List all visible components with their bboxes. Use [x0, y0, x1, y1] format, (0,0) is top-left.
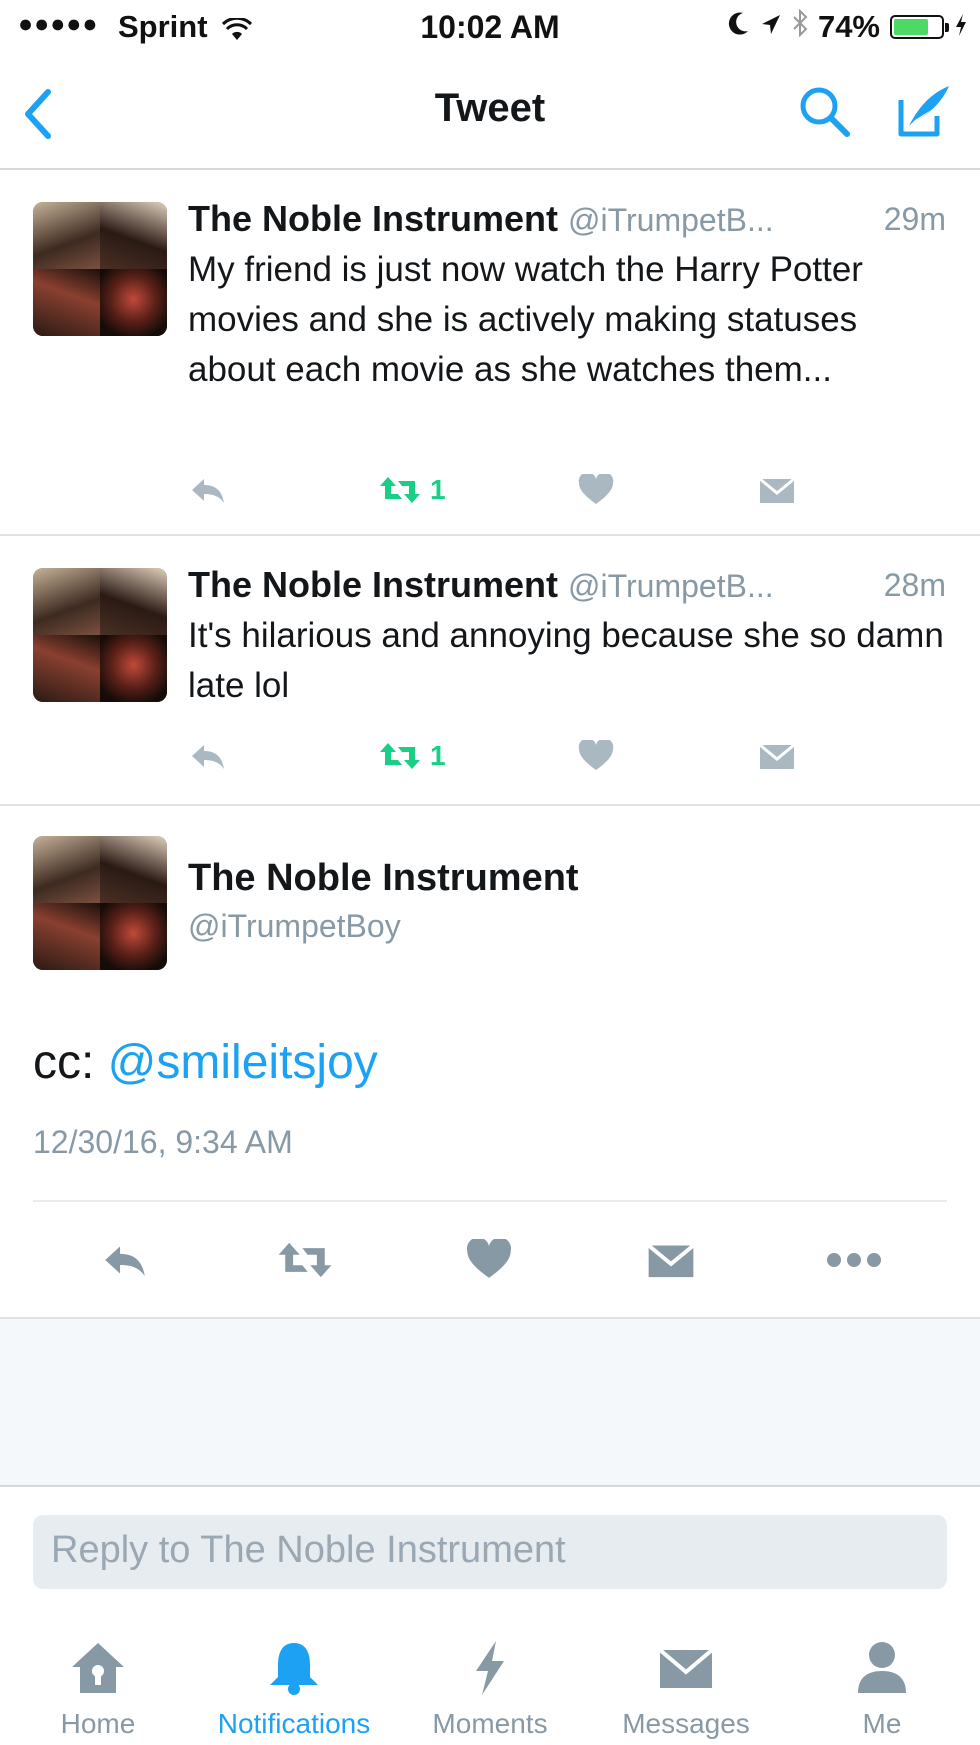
tweet-row[interactable]: The Noble Instrument @iTrumpetB... 29m M… [0, 170, 980, 536]
bell-icon [196, 1638, 392, 1698]
tweet-author[interactable]: The Noble Instrument @iTrumpetB... [188, 564, 774, 606]
main-avatar[interactable] [33, 836, 167, 970]
retweet-icon [380, 477, 420, 503]
tab-home[interactable]: Home [0, 1638, 196, 1740]
more-icon [827, 1253, 881, 1267]
battery-icon [890, 15, 949, 39]
heart-icon [466, 1239, 512, 1278]
tweet-text: It's hilarious and annoying because she … [188, 616, 944, 705]
tab-label: Me [862, 1708, 902, 1739]
person-icon [784, 1638, 980, 1698]
divider [33, 1200, 947, 1202]
envelope-icon [588, 1638, 784, 1698]
avatar[interactable] [33, 202, 167, 336]
reply-icon [192, 745, 224, 769]
envelope-icon [759, 477, 795, 503]
main-tweet-text: cc: @smileitsjoy [33, 1035, 378, 1090]
tab-messages[interactable]: Messages [588, 1638, 784, 1740]
battery-fill [894, 19, 929, 35]
charging-icon [954, 9, 968, 45]
retweet-icon [278, 1242, 332, 1278]
status-bar: ●●●●● Sprint 10:02 AM 74% [0, 0, 980, 58]
reply-icon [192, 479, 224, 503]
status-right: 74% [728, 8, 968, 45]
tab-me[interactable]: Me [784, 1638, 980, 1740]
retweet-icon [380, 743, 420, 769]
main-tweet-date: 12/30/16, 9:34 AM [33, 1124, 293, 1160]
tab-label: Notifications [217, 1708, 371, 1739]
author-handle: @iTrumpetB... [568, 202, 774, 238]
tab-label: Moments [432, 1708, 548, 1739]
main-tweet-prefix: cc: [33, 1036, 108, 1089]
main-author-name[interactable]: The Noble Instrument [188, 857, 579, 900]
avatar[interactable] [33, 568, 167, 702]
tweet-time: 28m [883, 567, 946, 603]
reply-button[interactable] [188, 736, 228, 776]
author-name: The Noble Instrument [188, 564, 559, 605]
tab-bar: Home Notifications Moments Messages Me [0, 1620, 980, 1745]
battery-percent: 74% [817, 9, 880, 44]
tab-label: Home [60, 1708, 136, 1739]
reply-input[interactable]: Reply to The Noble Instrument [33, 1515, 947, 1589]
bluetooth-icon [792, 8, 808, 45]
retweet-count: 1 [430, 474, 446, 505]
reply-placeholder: Reply to The Noble Instrument [51, 1529, 566, 1571]
envelope-icon [759, 743, 795, 769]
tweet-row[interactable]: The Noble Instrument @iTrumpetB... 28m I… [0, 536, 980, 806]
heart-icon [578, 740, 614, 770]
replies-area [0, 1317, 980, 1487]
retweet-button[interactable]: 1 [378, 470, 446, 510]
compose-button[interactable] [893, 80, 955, 147]
tweet-actions: 1 [188, 736, 808, 776]
message-button[interactable] [758, 736, 796, 776]
tweet-actions: 1 [188, 470, 808, 510]
tab-label: Messages [622, 1708, 750, 1739]
lightning-icon [392, 1638, 588, 1698]
reply-button[interactable] [188, 470, 228, 510]
reply-button[interactable] [100, 1235, 150, 1285]
moon-icon [728, 9, 750, 45]
battery-tip [945, 23, 949, 32]
tweet-author[interactable]: The Noble Instrument @iTrumpetB... [188, 198, 774, 240]
mention-link[interactable]: @smileitsjoy [108, 1036, 378, 1089]
home-icon [0, 1638, 196, 1698]
main-tweet-actions [0, 1235, 980, 1285]
more-button[interactable] [824, 1235, 884, 1285]
message-button[interactable] [646, 1235, 696, 1285]
tweet-text: My friend is just now watch the Harry Po… [188, 250, 863, 389]
compose-icon [893, 86, 955, 146]
author-handle: @iTrumpetB... [568, 568, 774, 604]
reply-icon [105, 1246, 145, 1277]
author-name: The Noble Instrument [188, 198, 559, 239]
location-arrow-icon [760, 9, 782, 45]
nav-bar: Tweet [0, 58, 980, 170]
tab-notifications[interactable]: Notifications [196, 1638, 392, 1740]
main-author-handle[interactable]: @iTrumpetBoy [188, 908, 401, 945]
like-button[interactable] [578, 470, 614, 510]
envelope-icon [647, 1244, 695, 1278]
heart-icon [578, 474, 614, 504]
message-button[interactable] [758, 470, 796, 510]
search-icon [795, 87, 855, 146]
tab-moments[interactable]: Moments [392, 1638, 588, 1740]
retweet-button[interactable]: 1 [378, 736, 446, 776]
tweet-time: 29m [883, 201, 946, 237]
retweet-button[interactable] [276, 1235, 334, 1285]
search-button[interactable] [795, 82, 855, 147]
like-button[interactable] [466, 1235, 512, 1285]
like-button[interactable] [578, 736, 614, 776]
retweet-count: 1 [430, 740, 446, 771]
